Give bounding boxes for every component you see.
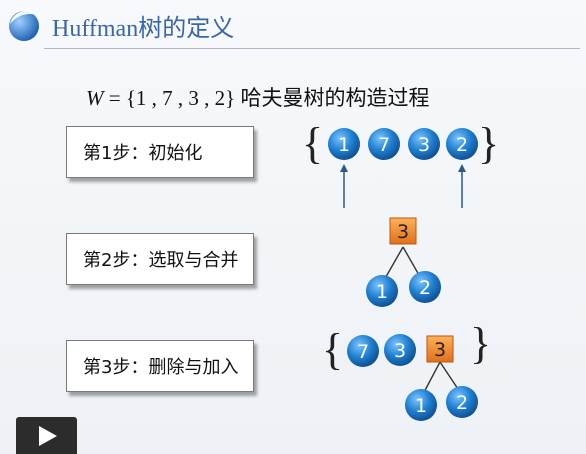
arrow-to-node-1 [340,164,348,208]
huffman-diagram: { } 1 7 3 2 3 1 2 { } 7 3 3 1 2 [302,119,499,421]
step3-open-brace: { [322,325,343,374]
step3-child-2: 2 [446,386,478,418]
step1-node-3-label: 3 [418,134,430,156]
step1-node-7-label: 7 [378,134,390,156]
step1-node-2: 2 [446,128,478,160]
play-button[interactable] [16,417,77,454]
step2-child-2-label: 2 [419,277,431,299]
step3-node-7-label: 7 [357,341,369,363]
step3-node-3: 3 [384,334,416,366]
step3-child-1-label: 1 [415,395,427,417]
step2-child-1: 1 [366,275,398,307]
step1-node-1: 1 [328,128,360,160]
step2-parent-node: 3 [389,217,417,245]
step1-node-3: 3 [408,128,440,160]
step2-child-1-label: 1 [376,281,388,303]
step1-close-brace: } [478,119,499,168]
step3-child-1: 1 [405,389,437,421]
step3-close-brace: } [470,319,491,368]
step2-parent-label: 3 [397,221,409,243]
step3-merged-parent-label: 3 [434,339,446,361]
step2-child-2: 2 [409,271,441,303]
step3-node-7: 7 [347,335,379,367]
step3-merged-parent: 3 [426,335,454,363]
step1-node-1-label: 1 [338,134,350,156]
arrow-to-node-2 [458,164,466,208]
step1-open-brace: { [302,119,323,168]
step3-node-3-label: 3 [394,340,406,362]
step3-child-2-label: 2 [456,392,468,414]
step1-node-2-label: 2 [456,134,468,156]
step1-node-7: 7 [368,128,400,160]
